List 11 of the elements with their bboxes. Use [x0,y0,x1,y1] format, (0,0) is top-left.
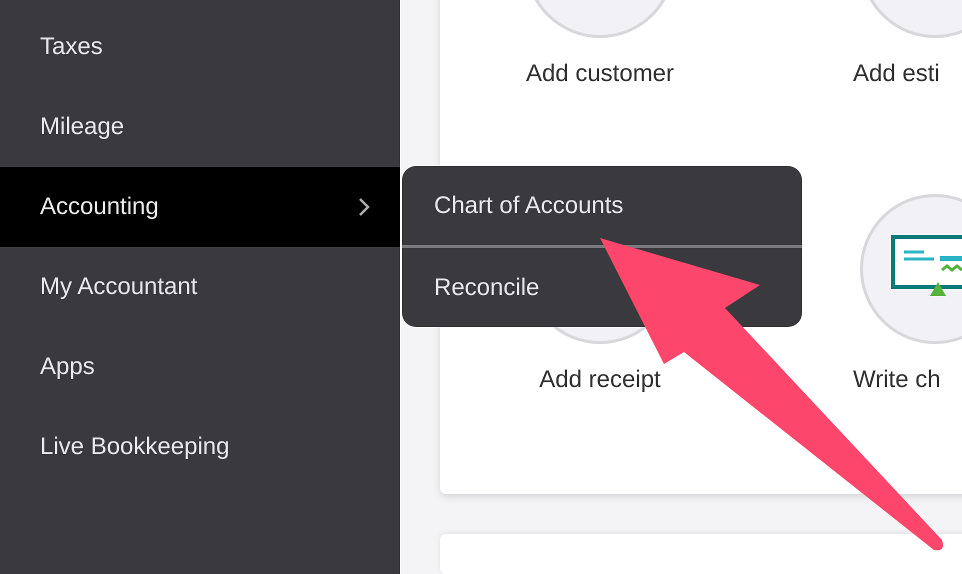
action-label: Add receipt [539,366,661,394]
sidebar-item[interactable]: Accounting [0,167,400,247]
action-label: Add customer [526,60,674,88]
action-label: Add esti [853,60,940,88]
sidebar-item[interactable]: Taxes [0,7,400,87]
sidebar-item[interactable]: Live Bookkeeping [0,407,400,487]
action-label: Write ch [853,366,941,394]
sidebar-item[interactable]: My Accountant [0,247,400,327]
sidebar-item[interactable]: Mileage [0,87,400,167]
submenu-item[interactable]: Chart of Accounts [402,166,802,245]
sidebar-item[interactable]: Apps [0,327,400,407]
